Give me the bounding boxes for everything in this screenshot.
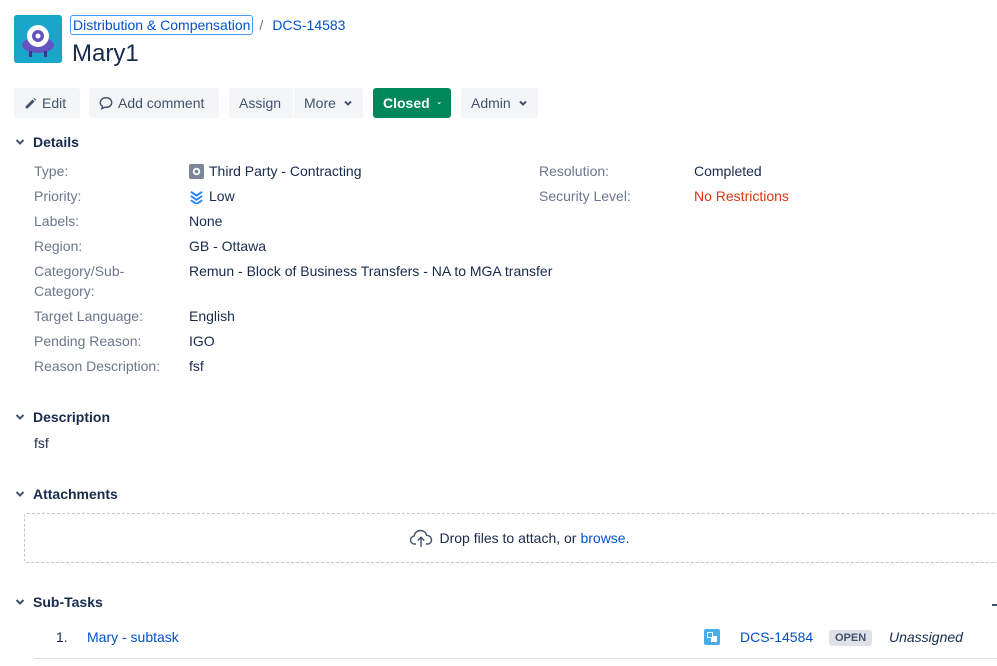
edit-button[interactable]: Edit bbox=[14, 88, 80, 118]
type-value: Third Party - Contracting bbox=[189, 161, 362, 181]
chevron-down-icon bbox=[15, 491, 25, 497]
details-section-toggle[interactable]: Details bbox=[14, 134, 79, 150]
description-section-toggle[interactable]: Description bbox=[14, 409, 110, 425]
add-comment-button[interactable]: Add comment bbox=[89, 88, 219, 118]
subtasks-section-toggle[interactable]: Sub-Tasks bbox=[14, 594, 103, 610]
subtasks-heading: Sub-Tasks bbox=[33, 594, 103, 610]
attachment-dropzone[interactable]: Drop files to attach, or browse . bbox=[24, 513, 997, 563]
subtask-type-icon bbox=[704, 629, 720, 648]
breadcrumb: Distribution & Compensation / DCS-14583 bbox=[70, 14, 345, 36]
priority-label: Priority: bbox=[34, 188, 82, 204]
description-heading: Description bbox=[33, 409, 111, 425]
cloud-upload-icon bbox=[409, 529, 432, 547]
project-avatar[interactable] bbox=[14, 15, 62, 63]
subtask-status-lozenge: OPEN bbox=[829, 630, 873, 646]
category-value: Remun - Block of Business Transfers - NA… bbox=[189, 263, 553, 279]
issue-type-icon bbox=[189, 163, 204, 179]
pending-reason-value: IGO bbox=[189, 333, 215, 349]
status-button-label: Closed bbox=[383, 95, 430, 111]
category-label-line1: Category/Sub- bbox=[34, 263, 125, 279]
region-label: Region: bbox=[34, 238, 83, 254]
reason-description-value: fsf bbox=[189, 358, 204, 374]
pending-reason-label: Pending Reason: bbox=[34, 333, 142, 349]
subtask-assignee: Unassigned bbox=[889, 629, 963, 645]
project-avatar-icon bbox=[14, 15, 62, 63]
add-comment-button-label: Add comment bbox=[118, 95, 205, 111]
target-language-value: English bbox=[189, 308, 235, 324]
chevron-down-icon bbox=[15, 139, 25, 145]
chevron-down-icon bbox=[518, 100, 527, 106]
reason-description-label: Reason Description: bbox=[34, 358, 161, 374]
breadcrumb-separator: / bbox=[259, 17, 264, 33]
chevron-down-icon bbox=[437, 102, 441, 105]
chevron-down-icon bbox=[344, 100, 352, 106]
subtask-row: 1. Mary - subtask DCS-14584 OPEN Unassig… bbox=[34, 625, 997, 659]
subtask-summary-link[interactable]: Mary - subtask bbox=[87, 627, 179, 647]
status-closed-button[interactable]: Closed bbox=[373, 88, 451, 118]
edit-button-label: Edit bbox=[42, 95, 67, 111]
breadcrumb-issue-key-link[interactable]: DCS-14583 bbox=[272, 17, 345, 33]
security-level-value: No Restrictions bbox=[694, 188, 789, 204]
type-value-text: Third Party - Contracting bbox=[209, 163, 362, 179]
subtask-number: 1. bbox=[56, 629, 68, 645]
attachments-heading: Attachments bbox=[33, 486, 118, 502]
attachments-section-toggle[interactable]: Attachments bbox=[14, 486, 118, 502]
priority-value-text: Low bbox=[209, 188, 235, 204]
details-heading: Details bbox=[33, 134, 79, 150]
region-value: GB - Ottawa bbox=[189, 238, 267, 254]
pencil-icon bbox=[25, 97, 37, 108]
priority-value: Low bbox=[189, 186, 235, 206]
breadcrumb-project-link[interactable]: Distribution & Compensation bbox=[70, 15, 254, 35]
subtask-key-link[interactable]: DCS-14584 bbox=[740, 627, 813, 647]
labels-value: None bbox=[189, 213, 223, 229]
issue-toolbar: Edit Add comment Assign More Closed Admi… bbox=[14, 88, 538, 118]
category-label-line2: Category: bbox=[34, 283, 95, 299]
priority-low-icon bbox=[189, 189, 204, 204]
chevron-down-icon bbox=[15, 599, 25, 605]
type-label: Type: bbox=[34, 163, 69, 179]
comment-icon bbox=[99, 97, 113, 110]
assign-button[interactable]: Assign bbox=[229, 88, 293, 118]
description-text[interactable]: fsf bbox=[34, 433, 49, 453]
dropzone-suffix: . bbox=[625, 530, 630, 546]
labels-label: Labels: bbox=[34, 213, 80, 229]
assign-button-label: Assign bbox=[239, 95, 282, 111]
chevron-down-icon bbox=[15, 414, 25, 420]
more-button-label: More bbox=[304, 95, 336, 111]
more-button[interactable]: More bbox=[294, 88, 363, 118]
security-level-label: Security Level: bbox=[539, 188, 631, 204]
resolution-label: Resolution: bbox=[539, 163, 610, 179]
resolution-value: Completed bbox=[694, 163, 762, 179]
admin-button-label: Admin bbox=[471, 95, 511, 111]
subtasks-options-icon[interactable] bbox=[992, 604, 997, 606]
admin-button[interactable]: Admin bbox=[461, 88, 538, 118]
target-language-label: Target Language: bbox=[34, 308, 143, 324]
page-title: Mary1 bbox=[72, 40, 139, 67]
browse-link[interactable]: browse bbox=[580, 530, 625, 546]
dropzone-text: Drop files to attach, or bbox=[439, 530, 577, 546]
